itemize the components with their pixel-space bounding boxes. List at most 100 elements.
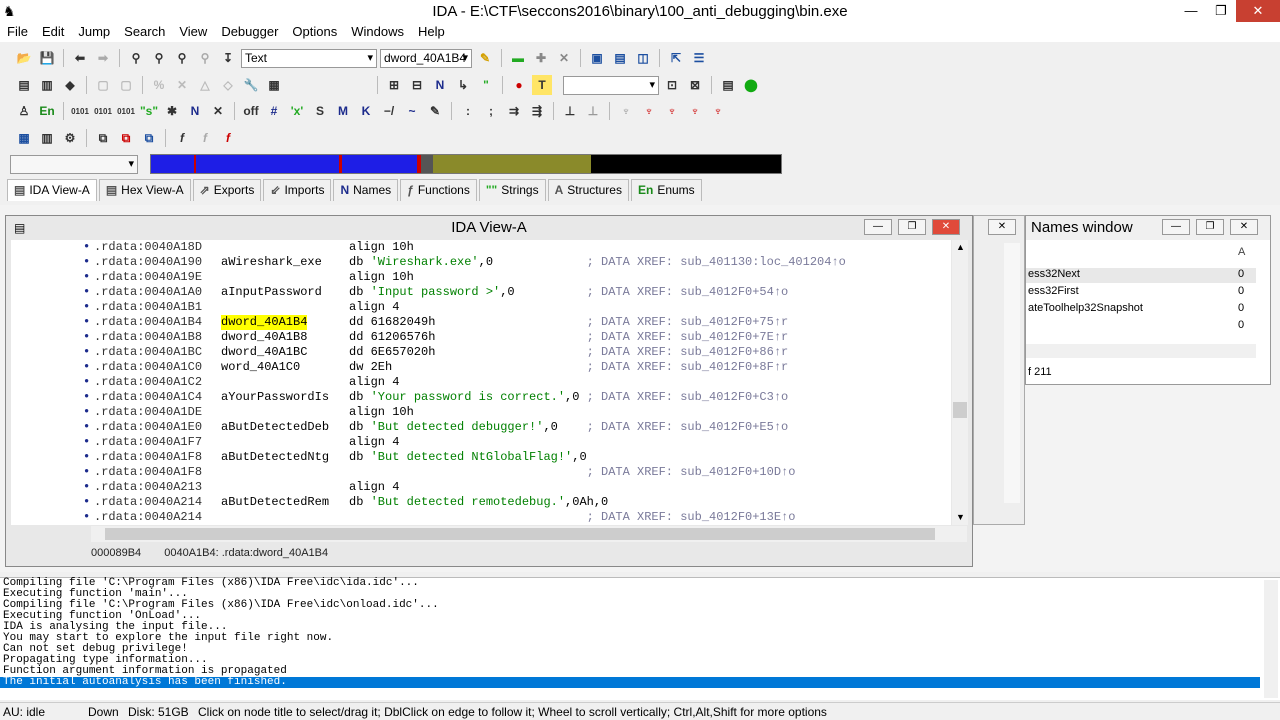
seg-red-icon[interactable]: ⧉	[116, 128, 136, 148]
names-item[interactable]: ateToolhelp32Snapshot	[1028, 302, 1143, 314]
name-combo[interactable]: dword_40A1B4	[380, 48, 472, 68]
tree-icon[interactable]: ♆	[616, 101, 636, 121]
calc-icon[interactable]: ▦	[14, 128, 34, 148]
delete-icon[interactable]: ✕	[554, 48, 574, 68]
menu-windows[interactable]: Windows	[344, 22, 411, 39]
forward-icon[interactable]: ➡	[93, 48, 113, 68]
seg-blue-icon[interactable]: ⧉	[139, 128, 159, 148]
repeat-comment-icon[interactable]: ;	[481, 101, 501, 121]
ida-view-hscroll[interactable]	[91, 526, 967, 542]
disabled-icon-4[interactable]: ✕	[172, 75, 192, 95]
disabled-icon-3[interactable]: %	[149, 75, 169, 95]
disasm-line[interactable]: • .rdata:0040A214 aButDetectedRem db 'But d…	[11, 495, 951, 510]
disasm-line[interactable]: • .rdata:0040A190 aWireshark_exe db 'Wiresh…	[11, 255, 951, 270]
disasm-line[interactable]: • .rdata:0040A1E0 aButDetectedDeb db 'But d…	[11, 420, 951, 435]
data-icon[interactable]: 0101	[93, 101, 113, 121]
menu-file[interactable]: File	[0, 22, 35, 39]
disasm-line[interactable]: • .rdata:0040A1C4 aYourPasswordIs db 'Your …	[11, 390, 951, 405]
person-icon[interactable]: ♙	[14, 101, 34, 121]
menu-jump[interactable]: Jump	[71, 22, 117, 39]
tab-names[interactable]: N Names	[333, 179, 399, 201]
disasm-line[interactable]: • .rdata:0040A214 ; DATA XREF: sub_4012F0+…	[11, 510, 951, 525]
offset-icon[interactable]: off	[241, 101, 261, 121]
gear-icon[interactable]: ⚙	[60, 128, 80, 148]
disasm-line[interactable]: • .rdata:0040A1B1 align 4	[11, 300, 951, 315]
breakpoint-icon[interactable]: ●	[509, 75, 529, 95]
notes-icon[interactable]: ▤	[718, 75, 738, 95]
anterior-icon[interactable]: ⇉	[504, 101, 524, 121]
name-icon[interactable]: N	[430, 75, 450, 95]
disasm-line[interactable]: • .rdata:0040A18D align 10h	[11, 240, 951, 255]
text-icon[interactable]: T	[532, 75, 552, 95]
attach-icon[interactable]: ⊡	[662, 75, 682, 95]
debugger-select[interactable]	[563, 75, 659, 95]
disassembly-listing[interactable]: • .rdata:0040A18D align 10h • .rdata:0040A19…	[11, 240, 951, 525]
names-item[interactable]: ess32Next	[1028, 268, 1080, 280]
disasm-line[interactable]: • .rdata:0040A1B4 dword_40A1B4 dd 61682049h…	[11, 315, 951, 330]
disasm-label[interactable]: word_40A1C0	[221, 360, 300, 375]
open-icon[interactable]: 📂	[14, 48, 34, 68]
comment-icon[interactable]: :	[458, 101, 478, 121]
disabled-icon-2[interactable]: ▢	[116, 75, 136, 95]
chart2-icon[interactable]: ⊥	[583, 101, 603, 121]
function-icon[interactable]: f	[172, 128, 192, 148]
hex-icon[interactable]: 'x'	[287, 101, 307, 121]
mark-k-icon[interactable]: K	[356, 101, 376, 121]
disabled-icon-5[interactable]: △	[195, 75, 215, 95]
names-item[interactable]: ess32First	[1028, 285, 1079, 297]
find-text-icon[interactable]: ⚲	[195, 48, 215, 68]
pen-icon[interactable]: ✎	[425, 101, 445, 121]
disasm-line[interactable]: • .rdata:0040A1B8 dword_40A1B8 dd 61206576h…	[11, 330, 951, 345]
disasm-label[interactable]: dword_40A1B4	[221, 315, 308, 330]
undefine-icon[interactable]: 0101	[116, 101, 136, 121]
table-icon[interactable]: ▥	[37, 128, 57, 148]
script-icon[interactable]: ▤	[14, 75, 34, 95]
menu-options[interactable]: Options	[285, 22, 344, 39]
disasm-line[interactable]: • .rdata:0040A1F7 align 4	[11, 435, 951, 450]
chart-icon[interactable]: ⊥	[560, 101, 580, 121]
ida-view-close-icon[interactable]: ✕	[932, 219, 960, 235]
posterior-icon[interactable]: ⇶	[527, 101, 547, 121]
seg-icon[interactable]: ⧉	[93, 128, 113, 148]
bitwise-icon[interactable]: ~	[402, 101, 422, 121]
disasm-line[interactable]: • .rdata:0040A1C2 align 4	[11, 375, 951, 390]
menu-help[interactable]: Help	[411, 22, 452, 39]
tab-functions[interactable]: ƒ Functions	[400, 179, 477, 201]
code-icon[interactable]: 0101	[70, 101, 90, 121]
negate-icon[interactable]: −/	[379, 101, 399, 121]
palette-icon[interactable]: ▦	[264, 75, 284, 95]
tree-red3-icon[interactable]: ♆	[685, 101, 705, 121]
run-icon[interactable]: ⬤	[741, 75, 761, 95]
disasm-line[interactable]: • .rdata:0040A1F8 aButDetectedNtg db 'But d…	[11, 450, 951, 465]
xref-icon[interactable]: ↳	[453, 75, 473, 95]
ida-view-min-icon[interactable]: —	[864, 219, 892, 235]
sort-icon[interactable]: ↧	[218, 48, 238, 68]
output-window[interactable]: Compiling file 'C:\Program Files (x86)\I…	[0, 577, 1280, 700]
collapse-icon[interactable]: ▬	[508, 48, 528, 68]
disasm-label[interactable]: aWireshark_exe	[221, 255, 322, 270]
names-min-icon[interactable]: —	[1162, 219, 1190, 235]
detach-icon[interactable]: ⊠	[685, 75, 705, 95]
struct-s-icon[interactable]: S	[310, 101, 330, 121]
string-icon[interactable]: "	[476, 75, 496, 95]
menu-edit[interactable]: Edit	[35, 22, 71, 39]
disasm-label[interactable]: aButDetectedNtg	[221, 450, 329, 465]
diamond-icon[interactable]: ◆	[60, 75, 80, 95]
disasm-line[interactable]: • .rdata:0040A1DE align 10h	[11, 405, 951, 420]
find-binary-icon[interactable]: ⚲	[172, 48, 192, 68]
segment-select[interactable]	[10, 155, 138, 174]
asterisk-icon[interactable]: ✱	[162, 101, 182, 121]
mark-m-icon[interactable]: M	[333, 101, 353, 121]
disasm-label[interactable]: dword_40A1BC	[221, 345, 307, 360]
struct-icon[interactable]: ⊞	[384, 75, 404, 95]
function-red-icon[interactable]: f	[218, 128, 238, 148]
tab-structures[interactable]: A Structures	[547, 179, 629, 201]
menu-view[interactable]: View	[172, 22, 214, 39]
disabled-icon-6[interactable]: ◇	[218, 75, 238, 95]
wrench-icon[interactable]: 🔧	[241, 75, 261, 95]
tab-imports[interactable]: ⇙ Imports	[263, 179, 332, 201]
disasm-label[interactable]: aButDetectedDeb	[221, 420, 329, 435]
expand-icon[interactable]: ✚	[531, 48, 551, 68]
tree-red-icon[interactable]: ♆	[639, 101, 659, 121]
list-icon[interactable]: ☰	[689, 48, 709, 68]
